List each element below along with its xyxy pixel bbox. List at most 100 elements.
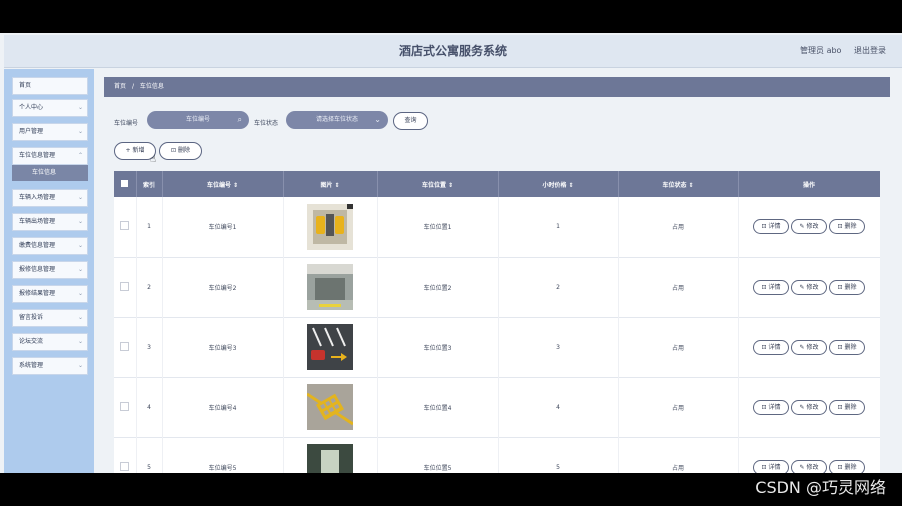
cell-actions: ⊡ 详情 ✎ 修改 ⊡ 删除 (738, 257, 880, 317)
row-checkbox[interactable] (120, 281, 130, 291)
sidebar-item-label: 首页 (19, 82, 32, 89)
sidebar-subitem-parking-info[interactable]: 车位信息 (12, 165, 88, 181)
table-row: 1 车位编号1 车位位置1 1 占用 ⊡ 详情 ✎ 修改 ⊡ 删除 (114, 197, 880, 257)
cell-status: 占用 (618, 257, 739, 317)
column-header-price[interactable]: 小时价格 ⇕ (498, 171, 619, 197)
chevron-down-icon: ⌄ (77, 338, 83, 345)
table-row: 4 车位编号4 车位位置4 4 占用 ⊡ 详情 ✎ 修改 ⊡ 删除 (114, 377, 880, 437)
query-button[interactable]: 查询 (393, 112, 428, 130)
sidebar-item-profile[interactable]: 个人中心 ⌄ (12, 99, 88, 117)
column-header-number[interactable]: 车位编号 ⇕ (162, 171, 284, 197)
edit-label: 修改 (806, 343, 819, 351)
table-header-row: 索引 车位编号 ⇕ 图片 ⇕ 车位位置 ⇕ 小时价格 ⇕ 车位状态 ⇕ 操作 (114, 171, 880, 197)
sidebar-item-label: 用户管理 (19, 128, 44, 135)
number-search-input[interactable]: 车位编号 ⌕ (147, 111, 249, 129)
sidebar-item-forum[interactable]: 论坛交流 ⌄ (12, 333, 88, 351)
header: 酒店式公寓服务系统 管理员 abo 退出登录 (4, 35, 902, 68)
delete-button[interactable]: ⊡ 删除 (829, 399, 865, 415)
row-checkbox[interactable] (120, 401, 130, 411)
cell-number: 车位编号3 (162, 317, 284, 377)
delete-label: 删除 (844, 283, 857, 291)
sidebar-item-label: 论坛交流 (19, 338, 44, 345)
cell-price: 3 (498, 317, 619, 377)
row-checkbox[interactable] (120, 341, 130, 351)
cell-position: 车位位置1 (377, 197, 499, 257)
breadcrumb: 首页 / 车位信息 (104, 77, 890, 97)
sidebar-item-vehicle-exit[interactable]: 车辆出场管理 ⌄ (12, 213, 88, 231)
sidebar-item-label: 车辆出场管理 (19, 218, 56, 225)
cell-image (283, 437, 378, 473)
delete-button[interactable]: ⊡ 删除 (829, 219, 865, 235)
row-checkbox[interactable] (120, 461, 130, 471)
column-header-status[interactable]: 车位状态 ⇕ (618, 171, 739, 197)
edit-button[interactable]: ✎ 修改 (791, 399, 827, 415)
sidebar-item-label: 系统管理 (19, 362, 44, 369)
row-checkbox[interactable] (120, 221, 130, 231)
delete-button[interactable]: ⊡ 删除 (829, 279, 865, 295)
parking-image-4 (307, 384, 353, 430)
detail-button[interactable]: ⊡ 详情 (753, 279, 789, 295)
detail-button[interactable]: ⊡ 详情 (753, 219, 789, 235)
sidebar-item-vehicle-entry[interactable]: 车辆入场管理 ⌄ (12, 189, 88, 207)
cell-number: 车位编号2 (162, 257, 284, 317)
edit-button[interactable]: ✎ 修改 (791, 339, 827, 355)
detail-label: 详情 (768, 463, 781, 471)
cell-image (283, 257, 378, 317)
user-name: 管理员 abo (800, 46, 842, 55)
main-content: 首页 / 车位信息 车位编号 车位编号 ⌕ 车位状态 请选择车位状态 ⌄ 查询 … (104, 77, 890, 473)
edit-button[interactable]: ✎ 修改 (791, 279, 827, 295)
detail-label: 详情 (768, 283, 781, 291)
sidebar-item-payment[interactable]: 缴费信息管理 ⌄ (12, 237, 88, 255)
app-title: 酒店式公寓服务系统 (398, 44, 507, 58)
table-row: 3 车位编号3 车位位置3 3 占用 ⊡ 详情 ✎ 修改 ⊡ 删除 (114, 317, 880, 377)
cell-number: 车位编号5 (162, 437, 284, 473)
sidebar-item-users[interactable]: 用户管理 ⌄ (12, 123, 88, 141)
detail-label: 详情 (768, 223, 781, 231)
status-select[interactable]: 请选择车位状态 ⌄ (286, 111, 388, 129)
select-all-cell[interactable] (114, 171, 137, 197)
chevron-down-icon: ⌄ (77, 128, 83, 135)
column-header-image[interactable]: 图片 ⇕ (283, 171, 378, 197)
cell-index: 5 (136, 437, 163, 473)
sidebar-item-home[interactable]: 首页 (12, 77, 88, 95)
logout-link[interactable]: 退出登录 (854, 46, 886, 55)
sidebar-item-complaints[interactable]: 留言投诉 ⌄ (12, 309, 88, 327)
edit-label: 修改 (806, 403, 819, 411)
delete-button[interactable]: ⊡ 删除 (829, 339, 865, 355)
sidebar-item-parking[interactable]: 车位信息管理 ⌃ (12, 147, 88, 165)
search-icon: ⌕ (237, 115, 242, 124)
sidebar-item-repair[interactable]: 报修信息管理 ⌄ (12, 261, 88, 279)
cell-position: 车位位置5 (377, 437, 499, 473)
chevron-up-icon: ⌃ (77, 152, 83, 159)
chevron-down-icon: ⌄ (374, 115, 381, 124)
detail-button[interactable]: ⊡ 详情 (753, 339, 789, 355)
cell-image (283, 197, 378, 257)
detail-label: 详情 (768, 343, 781, 351)
delete-label: 删除 (844, 403, 857, 411)
detail-label: 详情 (768, 403, 781, 411)
parking-image-1 (307, 203, 353, 250)
column-header-position[interactable]: 车位位置 ⇕ (377, 171, 499, 197)
cell-status: 占用 (618, 377, 739, 437)
detail-button[interactable]: ⊡ 详情 (753, 459, 789, 473)
edit-button[interactable]: ✎ 修改 (791, 459, 827, 473)
edit-button[interactable]: ✎ 修改 (791, 219, 827, 235)
chevron-down-icon: ⌄ (77, 290, 83, 297)
cell-position: 车位位置4 (377, 377, 499, 437)
cell-price: 4 (498, 377, 619, 437)
sidebar-item-repair-result[interactable]: 报修结果管理 ⌄ (12, 285, 88, 303)
table-row: 5 车位编号5 车位位置5 5 占用 ⊡ 详情 ✎ 修改 ⊡ 删除 (114, 437, 880, 473)
sidebar-item-label: 车辆入场管理 (19, 194, 56, 201)
breadcrumb-separator: / (131, 83, 134, 90)
cell-actions: ⊡ 详情 ✎ 修改 ⊡ 删除 (738, 437, 880, 473)
sidebar-item-label: 留言投诉 (19, 314, 44, 321)
mouse-cursor-icon: ☝ (150, 154, 157, 165)
breadcrumb-home[interactable]: 首页 (114, 83, 126, 90)
delete-button[interactable]: ⊡ 删除 (829, 459, 865, 473)
sidebar-item-system[interactable]: 系统管理 ⌄ (12, 357, 88, 375)
bulk-delete-button[interactable]: ⊡ 删除 (159, 142, 202, 160)
sidebar-item-label: 车位信息管理 (19, 152, 56, 159)
detail-button[interactable]: ⊡ 详情 (753, 399, 789, 415)
select-all-checkbox[interactable] (121, 179, 129, 187)
sidebar-item-label: 报修结果管理 (19, 290, 56, 297)
